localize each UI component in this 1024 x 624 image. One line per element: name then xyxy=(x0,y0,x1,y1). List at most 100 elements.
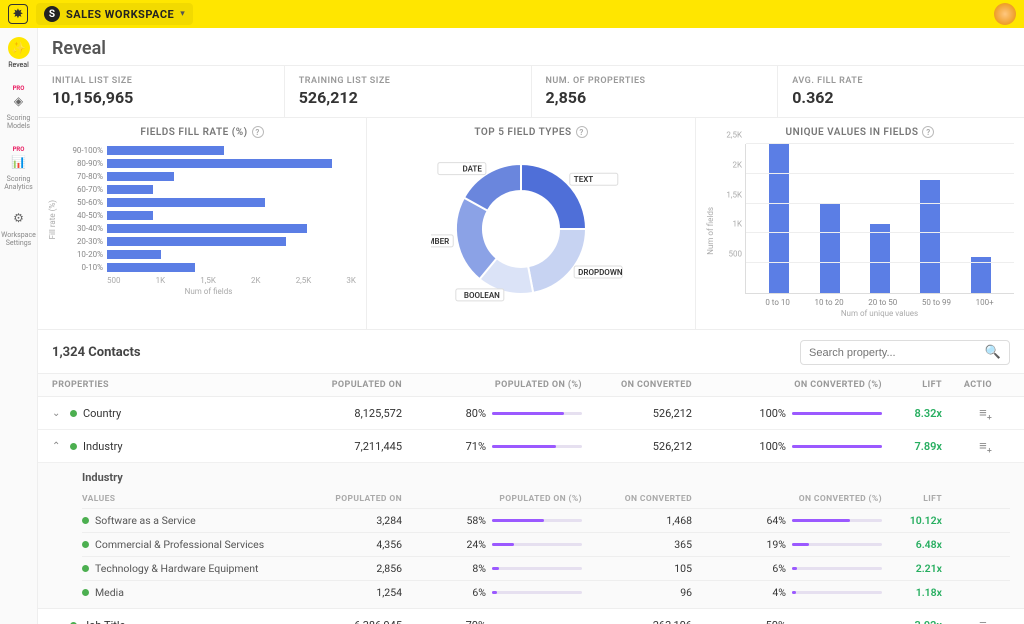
table-head: PROPERTIES POPULATED ON POPULATED ON (%)… xyxy=(38,373,1024,397)
topbar: ✸ S SALES WORKSPACE ▾ xyxy=(0,0,1024,28)
sub-row: Commercial & Professional Services 4,356… xyxy=(82,532,1010,556)
donut-label: NUMBER xyxy=(431,237,449,246)
th-populated-on[interactable]: POPULATED ON xyxy=(282,380,402,390)
cell-converted-pct: 19% xyxy=(692,538,882,551)
value-name: Software as a Service xyxy=(95,514,196,527)
status-dot-icon xyxy=(70,410,77,417)
app-logo-icon: ✸ xyxy=(8,4,28,24)
table-count: 1,324 Contacts xyxy=(52,345,141,360)
cell-populated-pct: 70% xyxy=(402,619,582,624)
donut-label: TEXT xyxy=(574,175,593,184)
hbar-category: 10-20% xyxy=(61,250,107,259)
table-row: ⌄Job Title 6,386,945 70% 263,106 50% 3.9… xyxy=(38,609,1024,624)
sub-row: Media 1,254 6% 96 4% 1.18x xyxy=(82,580,1010,604)
metrics-row: INITIAL LIST SIZE10,156,965TRAINING LIST… xyxy=(38,65,1024,118)
cell-lift: 10.12x xyxy=(882,514,942,527)
cell-populated-pct: 8% xyxy=(402,562,582,575)
expand-chevron-icon[interactable]: ⌃ xyxy=(52,441,64,452)
vbar-category: 10 to 20 xyxy=(815,298,844,307)
cell-converted-pct: 64% xyxy=(692,514,882,527)
cell-on-converted: 526,212 xyxy=(582,440,692,453)
chart-unique-values: UNIQUE VALUES IN FIELDS? Num of fields 5… xyxy=(696,118,1024,329)
th-action[interactable]: ACTIO xyxy=(942,380,992,390)
cell-populated-pct: 71% xyxy=(402,440,582,453)
help-icon[interactable]: ? xyxy=(576,126,588,138)
cell-lift: 3.92x xyxy=(882,619,942,624)
hbar-bar xyxy=(107,250,161,259)
expand-chevron-icon[interactable]: ⌄ xyxy=(52,620,64,624)
chart-ylabel: Fill rate (%) xyxy=(48,200,57,239)
status-dot-icon xyxy=(82,517,89,524)
hbar-category: 30-40% xyxy=(61,224,107,233)
row-action-icon[interactable]: ≡₊ xyxy=(979,439,992,454)
workspace-switcher[interactable]: S SALES WORKSPACE ▾ xyxy=(36,3,193,25)
donut-slice xyxy=(456,198,497,279)
sidebar-item-label: Scoring Models xyxy=(0,114,37,130)
metric-value: 2,856 xyxy=(546,88,764,107)
search-input-wrap[interactable]: 🔍 xyxy=(800,340,1010,365)
vbar-bar xyxy=(920,180,940,293)
expand-chevron-icon[interactable]: ⌄ xyxy=(52,408,64,419)
help-icon[interactable]: ? xyxy=(922,126,934,138)
hbar-category: 90-100% xyxy=(61,146,107,155)
sidebar-item-scoring-analytics[interactable]: PRO 📊 Scoring Analytics xyxy=(0,143,37,194)
sub-row: Software as a Service 3,284 58% 1,468 64… xyxy=(82,508,1010,532)
hbar-category: 50-60% xyxy=(61,198,107,207)
th-populated-pct[interactable]: POPULATED ON (%) xyxy=(402,380,582,390)
sidebar-item-reveal[interactable]: ✨ Reveal xyxy=(8,34,30,72)
cell-converted-pct: 4% xyxy=(692,586,882,599)
hbar-category: 40-50% xyxy=(61,211,107,220)
chevron-down-icon: ▾ xyxy=(180,9,185,19)
scoring-analytics-icon: 📊 xyxy=(8,151,30,173)
property-name: Industry xyxy=(83,440,123,453)
cell-converted-pct: 100% xyxy=(692,440,882,453)
help-icon[interactable]: ? xyxy=(252,126,264,138)
th-on-converted[interactable]: ON CONVERTED xyxy=(582,380,692,390)
th-converted-pct[interactable]: ON CONVERTED (%) xyxy=(692,380,882,390)
status-dot-icon xyxy=(70,443,77,450)
cell-on-converted: 526,212 xyxy=(582,407,692,420)
row-action-icon[interactable]: ≡₊ xyxy=(979,406,992,421)
reveal-icon: ✨ xyxy=(8,37,30,59)
main-content: Reveal INITIAL LIST SIZE10,156,965TRAINI… xyxy=(38,28,1024,624)
metric-value: 0.362 xyxy=(792,88,1010,107)
hbar-bar xyxy=(107,198,265,207)
cell-on-converted: 1,468 xyxy=(582,514,692,527)
metric-card: TRAINING LIST SIZE526,212 xyxy=(285,66,532,117)
metric-label: INITIAL LIST SIZE xyxy=(52,76,270,86)
donut-label: DROPDOWN xyxy=(578,268,623,277)
value-name: Commercial & Professional Services xyxy=(95,538,264,551)
th-lift[interactable]: LIFT xyxy=(882,380,942,390)
property-name: Country xyxy=(83,407,121,420)
cell-populated-pct: 6% xyxy=(402,586,582,599)
table-header-row: 1,324 Contacts 🔍 xyxy=(38,330,1024,373)
sidebar-item-label: Workspace Settings xyxy=(0,231,37,247)
metric-card: INITIAL LIST SIZE10,156,965 xyxy=(38,66,285,117)
cell-lift: 1.18x xyxy=(882,586,942,599)
hbar-bar xyxy=(107,263,195,272)
th-properties[interactable]: PROPERTIES xyxy=(52,380,282,390)
hbar-bar xyxy=(107,237,286,246)
property-name: Job Title xyxy=(83,619,125,624)
sidebar: ✨ Reveal PRO ◈ Scoring Models PRO 📊 Scor… xyxy=(0,28,38,624)
status-dot-icon xyxy=(82,565,89,572)
cell-populated-on: 6,386,945 xyxy=(282,619,402,624)
vbar-bar xyxy=(769,144,789,293)
sidebar-item-label: Scoring Analytics xyxy=(0,175,37,191)
cell-on-converted: 105 xyxy=(582,562,692,575)
cell-populated-on: 4,356 xyxy=(298,538,402,551)
cell-on-converted: 365 xyxy=(582,538,692,551)
row-action-icon[interactable]: ≡₊ xyxy=(979,618,992,624)
cell-populated-on: 1,254 xyxy=(298,586,402,599)
chart-title: TOP 5 FIELD TYPES xyxy=(474,127,571,138)
cell-on-converted: 96 xyxy=(582,586,692,599)
search-input[interactable] xyxy=(809,347,985,359)
cell-converted-pct: 100% xyxy=(692,407,882,420)
donut-label: DATE xyxy=(462,165,482,174)
hbar-bar xyxy=(107,224,307,233)
user-avatar[interactable] xyxy=(994,3,1016,25)
vbar-category: 50 to 99 xyxy=(922,298,951,307)
sidebar-item-workspace-settings[interactable]: ⚙ Workspace Settings xyxy=(0,204,37,250)
sidebar-item-scoring-models[interactable]: PRO ◈ Scoring Models xyxy=(0,82,37,133)
cell-lift: 6.48x xyxy=(882,538,942,551)
